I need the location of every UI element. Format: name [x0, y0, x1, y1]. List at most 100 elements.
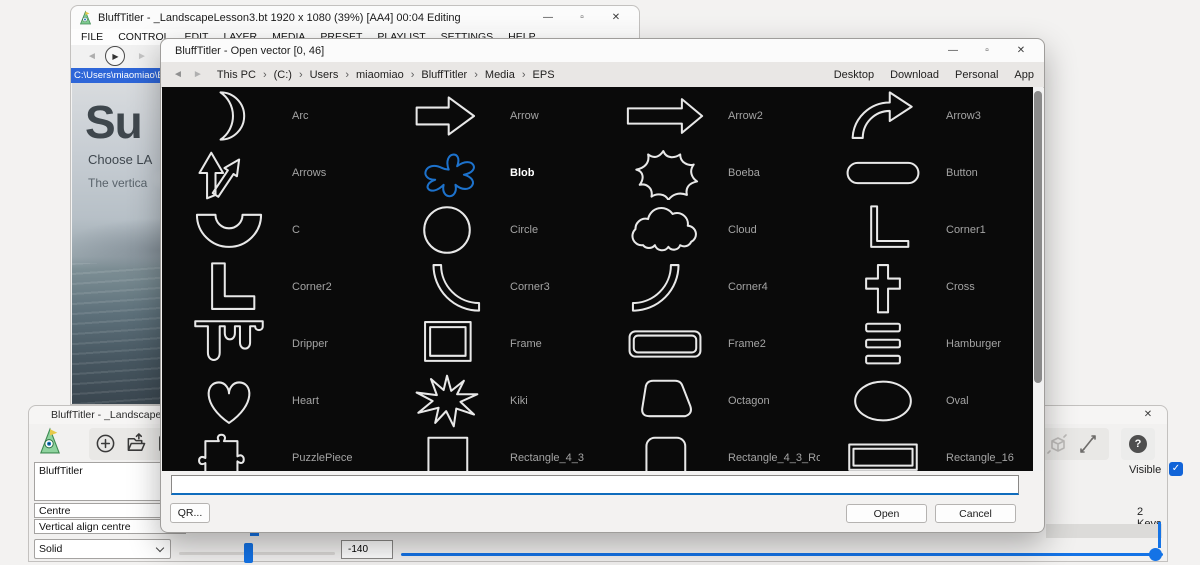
shape-label: Boeba: [728, 166, 760, 179]
breadcrumb-separator-icon: ›: [345, 68, 350, 81]
minimize-button[interactable]: —: [531, 6, 565, 29]
offset-slider-handle[interactable]: [244, 543, 253, 563]
style-dropdown[interactable]: Solid: [34, 539, 171, 559]
dialog-footer: QR... Open Cancel: [162, 471, 1043, 531]
shape-item-oval[interactable]: Oval: [820, 372, 1038, 429]
shape-item-blob[interactable]: Blob: [384, 144, 602, 201]
shape-item-circle[interactable]: Circle: [384, 201, 602, 258]
offset-slider-track[interactable]: [179, 552, 335, 555]
timeline-slider-handle[interactable]: [1149, 548, 1162, 561]
shape-item-octagon[interactable]: Octagon: [602, 372, 820, 429]
quick-link-personal[interactable]: Personal: [955, 69, 998, 81]
breadcrumb-separator-icon: ›: [521, 68, 526, 81]
shape-item-boeba[interactable]: Boeba: [602, 144, 820, 201]
shape-item-kiki[interactable]: Kiki: [384, 372, 602, 429]
shape-item-rectangle_4_3[interactable]: Rectangle_4_3: [384, 429, 602, 471]
main-window-title: BluffTitler - _LandscapeLesson3.bt 1920 …: [98, 11, 461, 24]
shape-item-hamburger[interactable]: Hamburger: [820, 315, 1038, 372]
play-button[interactable]: ▶: [105, 46, 125, 66]
scrollbar-thumb[interactable]: [1034, 91, 1042, 383]
shape-label: Arrows: [292, 166, 327, 179]
shape-label: Kiki: [510, 394, 528, 407]
qr-button[interactable]: QR...: [170, 503, 210, 523]
add-layer-icon[interactable]: [95, 433, 116, 454]
visible-checkbox[interactable]: ✓: [1169, 462, 1183, 476]
preview-subtitle: Choose LA: [88, 152, 153, 167]
dialog-titlebar: BluffTitler - Open vector [0, 46] — ▫ ✕: [161, 39, 1044, 62]
offset-value-input[interactable]: [341, 540, 393, 559]
button-shape-icon: [846, 161, 920, 184]
breadcrumb-item-media[interactable]: Media: [485, 69, 515, 81]
shape-item-arrow2[interactable]: Arrow2: [602, 87, 820, 144]
maximize-button[interactable]: ▫: [565, 6, 599, 29]
shape-item-frame2[interactable]: Frame2: [602, 315, 820, 372]
filename-input[interactable]: [171, 475, 1019, 495]
breadcrumb-item--c-[interactable]: (C:): [274, 69, 292, 81]
puzzlepiece-shape-icon: [198, 433, 245, 471]
shape-grid: Arc Arrow Arrow2 Arrow3 Arrows Blob Boeba Butto…: [162, 87, 1039, 471]
corner2-shape-icon: [211, 261, 256, 310]
quick-link-app[interactable]: App: [1014, 69, 1034, 81]
shape-item-arrow[interactable]: Arrow: [384, 87, 602, 144]
shape-item-arrows[interactable]: Arrows: [166, 144, 384, 201]
dialog-minimize-button[interactable]: —: [936, 39, 970, 62]
shape-item-arrow3[interactable]: Arrow3: [820, 87, 1038, 144]
scrollbar[interactable]: [1033, 87, 1043, 471]
style-dropdown-value: Solid: [39, 542, 63, 555]
breadcrumb-separator-icon: ›: [298, 68, 303, 81]
shape-item-rectangle_16[interactable]: Rectangle_16: [820, 429, 1038, 471]
shape-item-rectangle_4_3_rounded[interactable]: Rectangle_4_3_Rounded: [602, 429, 820, 471]
shape-item-puzzlepiece[interactable]: PuzzlePiece: [166, 429, 384, 471]
shape-item-frame[interactable]: Frame: [384, 315, 602, 372]
breadcrumb-item-miaomiao[interactable]: miaomiao: [356, 69, 404, 81]
shape-label: Rectangle_4_3_Rounded: [728, 451, 820, 464]
shape-item-dripper[interactable]: Dripper: [166, 315, 384, 372]
cube-tool-icon[interactable]: [1047, 433, 1069, 455]
shape-label: Corner2: [292, 280, 332, 293]
help-button[interactable]: ?: [1121, 428, 1155, 460]
shape-item-corner4[interactable]: Corner4: [602, 258, 820, 315]
next-icon[interactable]: ►: [137, 45, 147, 68]
close-button[interactable]: ✕: [599, 6, 633, 29]
open-button[interactable]: Open: [846, 504, 927, 523]
shape-label: Arrow2: [728, 109, 763, 122]
breadcrumb-item-eps[interactable]: EPS: [533, 69, 555, 81]
shape-item-c[interactable]: C: [166, 201, 384, 258]
shape-item-heart[interactable]: Heart: [166, 372, 384, 429]
cancel-button[interactable]: Cancel: [935, 504, 1016, 523]
timeline-slider-track[interactable]: [401, 553, 1163, 556]
arrow2-shape-icon: [626, 97, 704, 134]
scale-tool-icon[interactable]: [1077, 433, 1099, 455]
breadcrumb-item-blufftitler[interactable]: BluffTitler: [421, 69, 467, 81]
open-file-icon[interactable]: [125, 433, 147, 454]
keyframe-cursor[interactable]: [1158, 522, 1161, 548]
breadcrumb-item-this-pc[interactable]: This PC: [217, 69, 256, 81]
shape-label: Octagon: [728, 394, 770, 407]
shape-item-button[interactable]: Button: [820, 144, 1038, 201]
quick-link-download[interactable]: Download: [890, 69, 939, 81]
question-icon: ?: [1129, 435, 1147, 453]
breadcrumb-item-users[interactable]: Users: [310, 69, 339, 81]
shape-item-cloud[interactable]: Cloud: [602, 201, 820, 258]
dialog-close-button[interactable]: ✕: [1004, 39, 1038, 62]
open-vector-dialog: BluffTitler - Open vector [0, 46] — ▫ ✕ …: [160, 38, 1045, 533]
check-icon: ✓: [1171, 463, 1181, 474]
previous-icon[interactable]: ◄: [87, 45, 97, 68]
shape-item-cross[interactable]: Cross: [820, 258, 1038, 315]
forward-icon[interactable]: ►: [193, 69, 203, 80]
keyframe-track[interactable]: [1046, 524, 1162, 538]
cloud-shape-icon: [631, 206, 697, 251]
shape-item-corner3[interactable]: Corner3: [384, 258, 602, 315]
shape-item-arc[interactable]: Arc: [166, 87, 384, 144]
breadcrumb-separator-icon: ›: [474, 68, 478, 81]
back-icon[interactable]: ◄: [173, 69, 183, 80]
quick-link-desktop[interactable]: Desktop: [834, 69, 874, 81]
shape-item-corner2[interactable]: Corner2: [166, 258, 384, 315]
preview-headline: Su: [85, 96, 143, 148]
menu-file[interactable]: FILE: [81, 31, 103, 43]
dialog-maximize-button[interactable]: ▫: [970, 39, 1004, 62]
shape-item-corner1[interactable]: Corner1: [820, 201, 1038, 258]
quick-links: Desktop Download Personal App: [834, 69, 1034, 81]
arrow-shape-icon: [415, 95, 476, 136]
layer-close-button[interactable]: ✕: [1137, 406, 1159, 424]
